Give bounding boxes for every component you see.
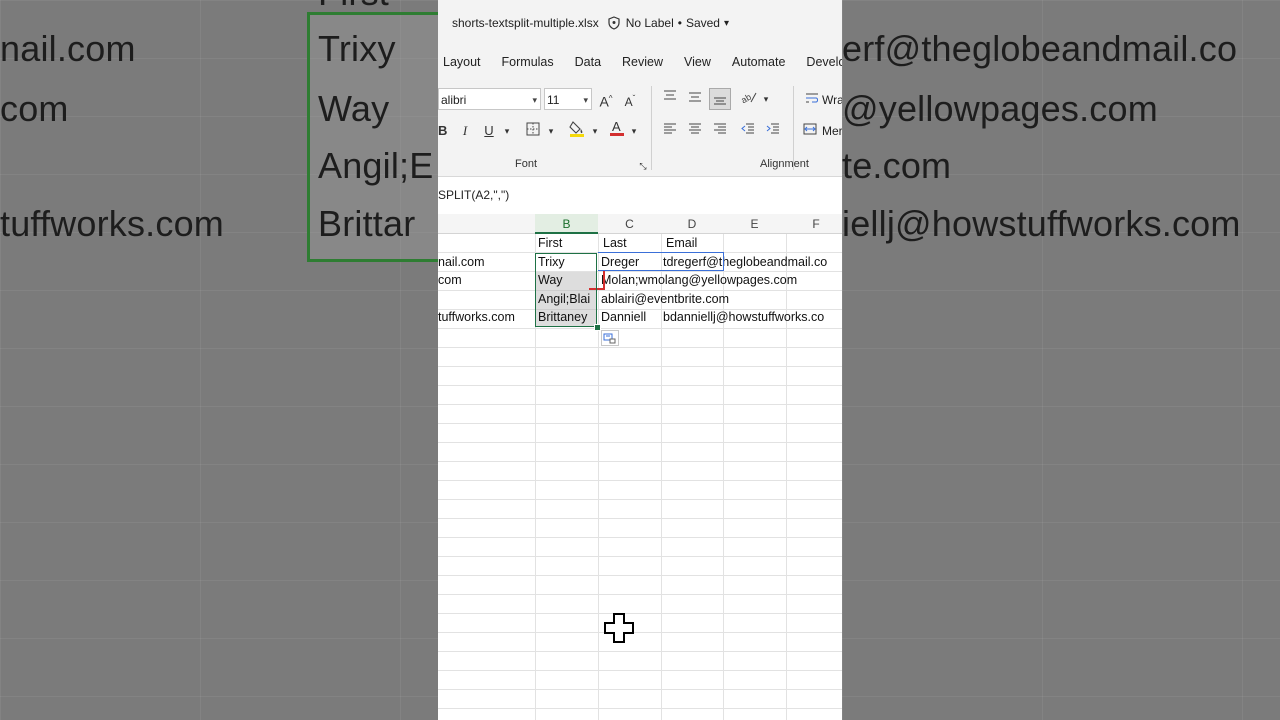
orientation-icon[interactable]: ab [739,90,758,108]
chevron-down-icon[interactable]: ▾ [724,18,729,29]
dialog-launcher-icon[interactable]: ⤡ [637,158,649,174]
bold-icon[interactable]: B [438,123,447,139]
wrap-text-icon[interactable] [804,92,820,108]
cell-c4[interactable]: ablairi@eventbrite.com [601,290,729,308]
cell-a2[interactable]: nail.com [438,253,485,271]
borders-icon[interactable] [524,122,542,140]
saved-status[interactable]: Saved [686,16,720,30]
decrease-indent-icon[interactable] [740,123,756,139]
font-group-label: Font [515,158,538,170]
increase-font-size-icon[interactable]: A^ [597,91,615,110]
ribbon-tabs: Layout Formulas Data Review View Automat… [438,46,842,78]
fill-handle[interactable] [594,324,601,331]
cell-b1[interactable]: First [538,234,562,252]
background-right-zoom: erf@theglobeandmail.co @yellowpages.com … [842,0,1280,720]
formula-bar[interactable]: SPLIT(A2,",") [438,182,842,208]
svg-text:A: A [612,119,621,134]
italic-icon[interactable]: I [459,123,471,139]
background-text: erf@theglobeandmail.co [842,28,1238,69]
column-header-a[interactable] [438,214,535,234]
shield-icon [607,15,621,31]
align-center-icon[interactable] [687,123,703,139]
font-size-dropdown[interactable]: 11 ▾ [544,88,592,110]
background-text: iellj@howstuffworks.com [842,203,1241,244]
cell-select-cursor-icon [603,612,635,649]
column-header-b[interactable]: B [535,214,598,234]
background-text: Way [318,88,390,129]
chevron-down-icon[interactable]: ▾ [590,123,600,139]
align-right-icon[interactable] [712,123,728,139]
excel-window: shorts-textsplit-multiple.xlsx No Label … [438,0,842,720]
background-text: nail.com [0,28,136,69]
decrease-font-size-icon[interactable]: Aˇ [622,91,638,110]
align-top-icon[interactable] [662,90,678,106]
chevron-down-icon: ▾ [583,95,588,105]
column-gridline [786,234,787,720]
underline-icon[interactable]: U [483,123,495,139]
cell-a3[interactable]: com [438,271,462,289]
cell-a5[interactable]: tuffworks.com [438,308,515,326]
chevron-down-icon[interactable]: ▾ [546,123,556,139]
tab-developer[interactable]: Develo [806,55,842,69]
background-text: Brittar [318,203,416,244]
cell-c1[interactable]: Last [603,234,627,252]
tab-review[interactable]: Review [622,55,663,69]
background-text: Angil;E [318,145,434,186]
align-left-icon[interactable] [662,123,678,139]
worksheet-grid[interactable]: B C D E F First Last Email nail.com Trix… [438,214,842,720]
alignment-group-label: Alignment [760,158,809,170]
font-name-dropdown[interactable]: alibri ▾ [438,88,541,110]
background-text: tuffworks.com [0,203,224,244]
align-bottom-icon[interactable] [709,88,731,110]
chevron-down-icon[interactable]: ▾ [502,123,512,139]
formula-text: SPLIT(A2,",") [438,188,510,202]
chevron-down-icon: ▾ [532,95,537,105]
tab-data[interactable]: Data [575,55,601,69]
spill-range-border [598,252,724,271]
file-name[interactable]: shorts-textsplit-multiple.xlsx [452,16,599,30]
merge-center-icon[interactable] [802,123,818,139]
align-middle-icon[interactable] [687,90,703,106]
column-gridline [598,234,599,720]
group-divider [651,86,652,170]
background-left-zoom: nail.com com tuffworks.com First Trixy W… [0,0,438,720]
fill-color-icon[interactable] [568,120,586,142]
background-text: te.com [842,145,952,186]
background-text: Trixy [318,28,396,69]
tab-view[interactable]: View [684,55,711,69]
font-size-value: 11 [547,93,560,107]
increase-indent-icon[interactable] [765,123,781,139]
title-bar: shorts-textsplit-multiple.xlsx No Label … [438,0,842,46]
cell-d1[interactable]: Email [666,234,697,252]
font-color-icon[interactable]: A [609,119,625,141]
tab-automate[interactable]: Automate [732,55,786,69]
paste-options-icon[interactable] [601,330,619,346]
cell-d5[interactable]: bdanniellj@howstuffworks.co [663,308,824,326]
cell-c5[interactable]: Danniell [601,308,646,326]
chevron-down-icon[interactable]: ▾ [761,91,771,107]
chevron-down-icon[interactable]: ▾ [629,123,639,139]
merge-center-label[interactable]: Mer [822,124,842,138]
sensitivity-label[interactable]: No Label [626,16,674,30]
tab-formulas[interactable]: Formulas [502,55,554,69]
selected-range[interactable] [535,253,597,327]
font-name-value: alibri [441,93,467,107]
cell-c3[interactable]: Molan;wmolang@yellowpages.com [601,271,797,289]
tab-layout[interactable]: Layout [443,55,481,69]
column-header-e[interactable]: E [723,214,786,234]
column-header-d[interactable]: D [661,214,723,234]
wrap-text-label[interactable]: Wra [822,93,842,107]
background-text: First [318,0,389,14]
svg-text:ab: ab [741,92,753,104]
ribbon: alibri ▾ 11 ▾ A^ Aˇ B I U ▾ ▾ ▾ A ▾ Font… [438,78,842,177]
background-text: @yellowpages.com [842,88,1158,129]
separator-dot: • [677,16,682,30]
column-header-f[interactable]: F [786,214,842,234]
column-header-c[interactable]: C [598,214,661,234]
background-text: com [0,88,69,129]
